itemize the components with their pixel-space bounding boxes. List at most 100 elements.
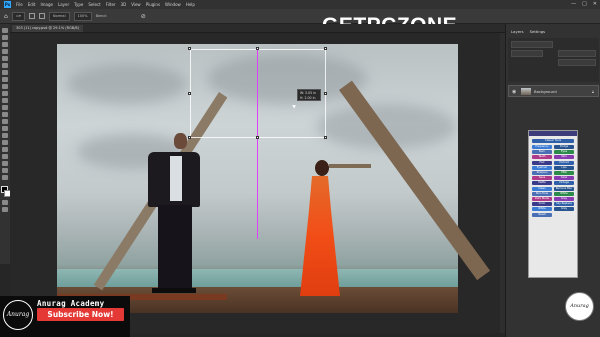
plugin-button[interactable]: Remove Blur: [554, 186, 574, 191]
type-tool-icon[interactable]: [2, 140, 8, 145]
close-button[interactable]: ✕: [593, 1, 597, 7]
menu-item-plugins[interactable]: Plugins: [146, 2, 160, 7]
mode-select[interactable]: Normal: [48, 11, 70, 21]
plugin-button[interactable]: Classic Tools: [532, 139, 574, 143]
minimize-button[interactable]: —: [571, 1, 576, 7]
healing-tool-icon[interactable]: [2, 77, 8, 82]
subscribe-button[interactable]: Subscribe Now!: [37, 308, 124, 321]
tab-layers[interactable]: Layers: [511, 29, 524, 36]
tooltip-height: H: 2.00 in: [300, 95, 316, 100]
hand-tool-icon[interactable]: [2, 161, 8, 166]
plugin-button[interactable]: Frequency: [532, 145, 552, 149]
plugin-button[interactable]: Save: [532, 176, 552, 181]
layer-row-background[interactable]: ◉ Background 🔒︎: [508, 85, 599, 97]
plugin-button[interactable]: Grey: [554, 207, 574, 212]
eraser-tool-icon[interactable]: [2, 105, 8, 110]
maximize-button[interactable]: □: [582, 1, 587, 7]
transform-handle[interactable]: [188, 47, 191, 50]
opacity-input[interactable]: [558, 50, 596, 57]
plugin-button[interactable]: Reset: [532, 212, 552, 217]
quick-mask-icon[interactable]: [2, 200, 8, 205]
menu-item-image[interactable]: Image: [40, 2, 53, 7]
plugin-button[interactable]: Eyeliner: [532, 165, 552, 170]
plugin-button[interactable]: Clean: [532, 186, 552, 191]
retouch-plugin-panel: Classic Tools Frequency Dodge Burn Eyes Teeth…: [528, 130, 578, 278]
plugin-button[interactable]: Skin: [554, 155, 574, 160]
menu-item-window[interactable]: Window: [165, 2, 181, 7]
cancel-icon[interactable]: ⊘: [141, 13, 146, 20]
menu-item-view[interactable]: View: [131, 2, 141, 7]
transform-handle[interactable]: [324, 47, 327, 50]
plugin-button[interactable]: Teeth: [532, 155, 552, 160]
plugin-button[interactable]: Vintage: [554, 181, 574, 186]
eyedropper-tool-icon[interactable]: [2, 70, 8, 75]
stamp-tool-icon[interactable]: [2, 91, 8, 96]
lasso-tool-icon[interactable]: [2, 42, 8, 47]
screen-mode-icon[interactable]: [2, 207, 8, 212]
tab-settings[interactable]: Settings: [530, 29, 546, 36]
plugin-button[interactable]: Burn: [532, 150, 552, 155]
opacity-field[interactable]: 100%: [73, 11, 92, 21]
plugin-button[interactable]: Grey: [554, 197, 574, 201]
plugin-button[interactable]: Dark Mode: [532, 197, 552, 201]
menu-item-select[interactable]: Select: [88, 2, 100, 7]
tool-preset-picker[interactable]: ▭▾: [11, 11, 25, 21]
corner-channel-logo: Anurag: [565, 292, 594, 321]
plugin-button[interactable]: Color: [532, 202, 552, 207]
layer-filter-select[interactable]: [511, 41, 553, 48]
plugin-button[interactable]: Sky Replace: [554, 202, 574, 207]
blend-mode-select[interactable]: [511, 50, 543, 57]
edit-toolbar-icon[interactable]: [2, 175, 8, 180]
plugin-button[interactable]: Glow: [554, 176, 574, 181]
quick-select-tool-icon[interactable]: [2, 49, 8, 54]
transform-handle[interactable]: [188, 136, 191, 139]
history-brush-tool-icon[interactable]: [2, 98, 8, 103]
plugin-button[interactable]: Eyes: [554, 150, 574, 155]
document-tab[interactable]: 303 (11) copy.psd @ 29.1% (RGB/8): [12, 25, 83, 32]
fill-input[interactable]: [558, 59, 596, 66]
menu-item-3d[interactable]: 3D: [121, 2, 127, 7]
home-icon[interactable]: ⌂: [4, 13, 8, 20]
transform-handle[interactable]: [324, 136, 327, 139]
menu-item-type[interactable]: Type: [74, 2, 83, 7]
man-shirt: [170, 156, 182, 201]
blur-tool-icon[interactable]: [2, 119, 8, 124]
lock-icon: 🔒︎: [591, 89, 594, 94]
eye-icon[interactable]: ◉: [512, 89, 516, 95]
plugin-button[interactable]: White: [532, 207, 552, 212]
menu-item-filter[interactable]: Filter: [106, 2, 116, 7]
frame-tool-icon[interactable]: [2, 63, 8, 68]
channel-banner: Anurag Anurag Academy Subscribe Now!: [0, 296, 130, 337]
transform-handle[interactable]: [256, 47, 259, 50]
plugin-button[interactable]: PNG: [554, 171, 574, 175]
plugin-button[interactable]: Matte: [532, 181, 552, 186]
path-select-tool-icon[interactable]: [2, 147, 8, 152]
move-tool-icon[interactable]: [2, 28, 8, 33]
plugin-button[interactable]: White: [554, 191, 574, 196]
transform-handle[interactable]: [324, 92, 327, 95]
marquee-tool-icon[interactable]: [2, 35, 8, 40]
menu-bar: Ps File Edit Image Layer Type Select Fil…: [0, 0, 600, 9]
menu-item-file[interactable]: File: [16, 2, 23, 7]
zoom-tool-icon[interactable]: [2, 168, 8, 173]
brush-tool-icon[interactable]: [2, 84, 8, 89]
option-checkbox-2[interactable]: [38, 13, 45, 19]
plugin-button[interactable]: Hair: [532, 160, 552, 165]
woman-head: [315, 160, 329, 176]
dodge-tool-icon[interactable]: [2, 126, 8, 131]
plugin-button[interactable]: Lips: [554, 165, 574, 170]
menu-item-layer[interactable]: Layer: [58, 2, 69, 7]
plugin-button[interactable]: Sharpen: [532, 171, 552, 175]
crop-tool-icon[interactable]: [2, 56, 8, 61]
plugin-button[interactable]: Skin Tone: [532, 191, 552, 196]
gradient-tool-icon[interactable]: [2, 112, 8, 117]
shape-tool-icon[interactable]: [2, 154, 8, 159]
transform-handle[interactable]: [256, 136, 259, 139]
pen-tool-icon[interactable]: [2, 133, 8, 138]
menu-item-help[interactable]: Help: [186, 2, 195, 7]
transform-handle[interactable]: [188, 92, 191, 95]
plugin-button[interactable]: Dodge: [554, 145, 574, 149]
option-checkbox[interactable]: [28, 13, 35, 19]
menu-item-edit[interactable]: Edit: [28, 2, 36, 7]
plugin-button[interactable]: Portrait: [554, 160, 574, 165]
